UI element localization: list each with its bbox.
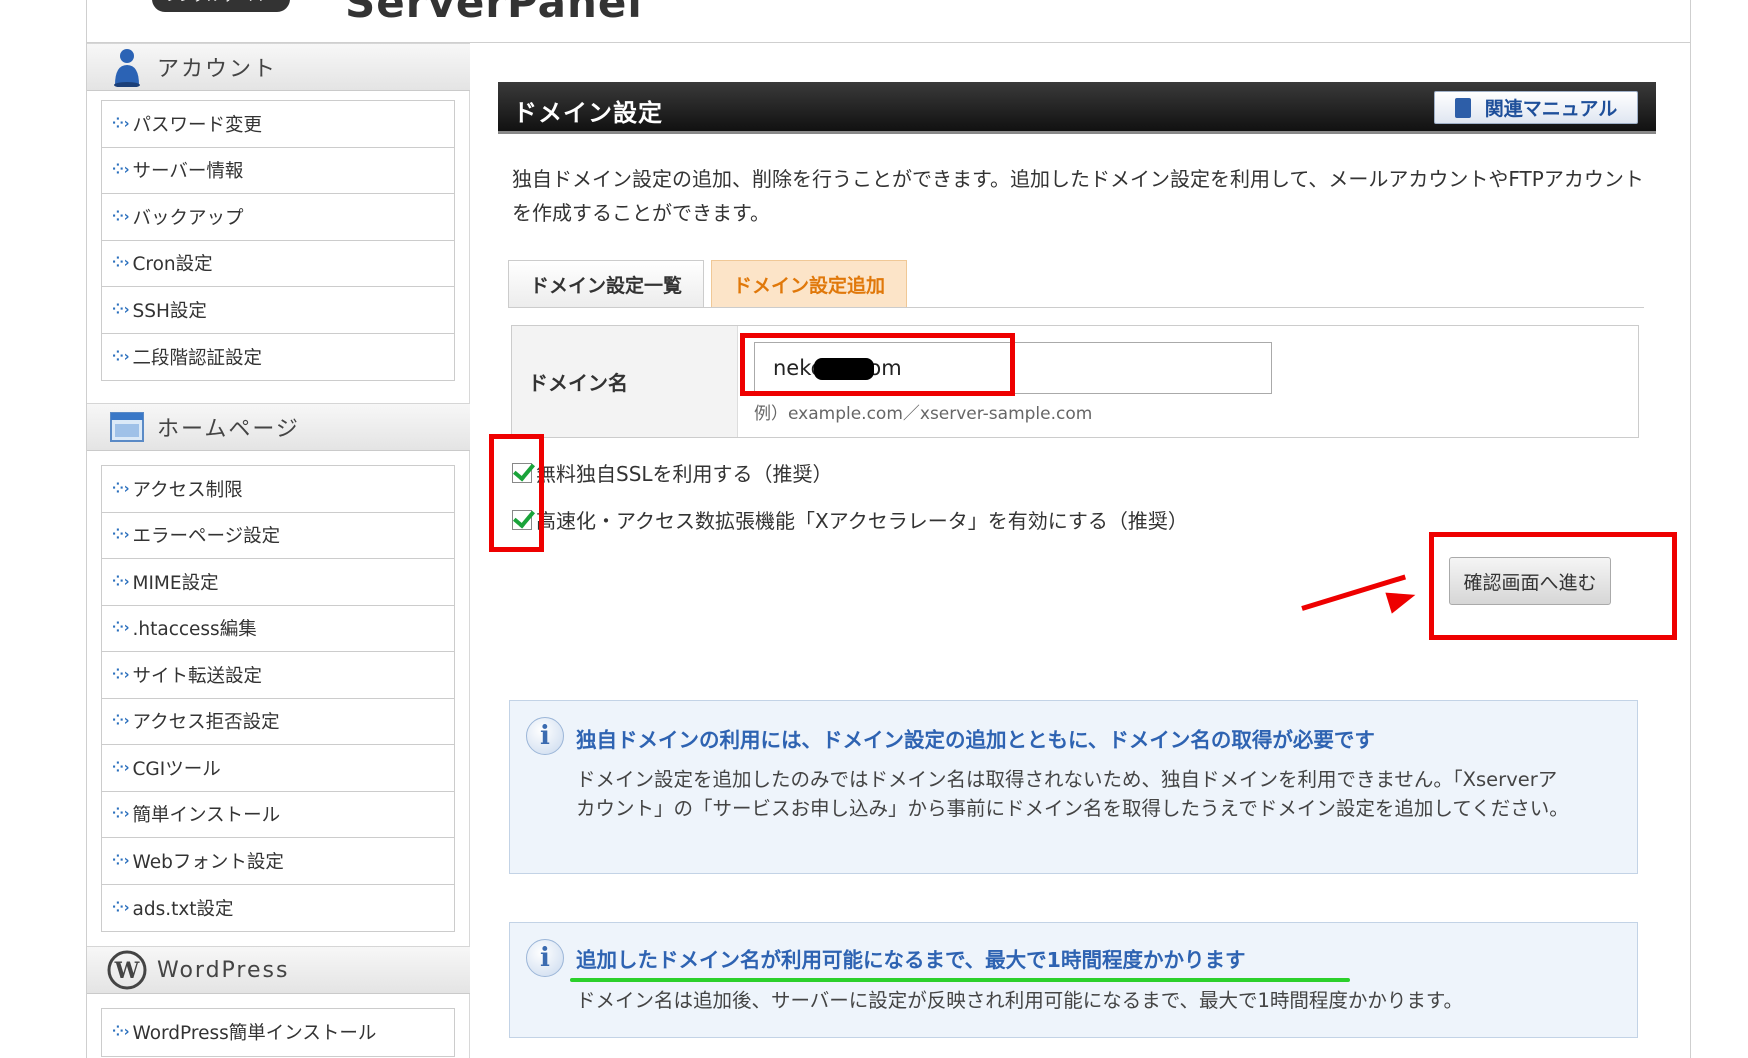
bullet-icon: ⁘›: [112, 620, 130, 637]
sidebar-item-mime[interactable]: ⁘› MIME設定: [102, 559, 454, 606]
domain-form: ドメイン名 例）example.com／xserver-sample.com: [511, 325, 1639, 438]
sidebar-section-title: ホームページ: [157, 417, 300, 442]
ssl-option: 無料独自SSLを利用する（推奨）: [512, 458, 833, 487]
annotation-box-checkboxes: [489, 434, 544, 552]
sidebar-list-homepage: ⁘› アクセス制限 ⁘› エラーページ設定 ⁘› MIME設定 ⁘› .htaccess…: [101, 465, 455, 932]
sidebar-item-error-page[interactable]: ⁘› エラーページ設定: [102, 513, 454, 559]
person-icon: [107, 47, 147, 87]
sidebar-section-homepage: ホームページ: [87, 403, 470, 451]
sidebar-item-label: 簡単インストール: [132, 805, 281, 827]
book-icon: [1454, 97, 1471, 118]
sidebar-list-account: ⁘› パスワード変更 ⁘› サーバー情報 ⁘› バックアップ ⁘› Cron設定 ⁘› S…: [101, 100, 455, 381]
sidebar-section-title: WordPress: [157, 957, 290, 983]
bullet-icon: ⁘›: [112, 255, 130, 272]
bullet-icon: ⁘›: [112, 480, 130, 497]
sidebar-item-label: Cron設定: [132, 254, 213, 276]
notice-domain-acquisition: i 独自ドメインの利用には、ドメイン設定の追加とともに、ドメイン名の取得が必要で…: [509, 700, 1638, 874]
sidebar-item-label: SSH設定: [132, 300, 207, 322]
sidebar-section-wordpress: W WordPress: [87, 946, 470, 994]
svg-text:W: W: [114, 958, 140, 984]
sidebar-item-cgi-tools[interactable]: ⁘› CGIツール: [102, 745, 454, 792]
bullet-icon: ⁘›: [112, 301, 130, 318]
sidebar-item-cron[interactable]: ⁘› Cron設定: [102, 241, 454, 287]
bullet-icon: ⁘›: [112, 759, 130, 776]
sidebar-item-label: アクセス拒否設定: [132, 712, 280, 734]
bullet-icon: ⁘›: [112, 208, 130, 225]
sidebar-item-label: パスワード変更: [132, 114, 263, 136]
annotation-box-confirm-button: [1429, 532, 1677, 640]
annotation-green-underline: [570, 978, 1350, 982]
brand-badge: レンタルサーバー: [152, 0, 290, 12]
sidebar-item-label: WordPress簡単インストール: [132, 1023, 377, 1045]
sidebar-item-access-limit[interactable]: ⁘› アクセス制限: [102, 466, 454, 513]
notice-body: ドメイン設定を追加したのみではドメイン名は取得されないため、独自ドメインを利用で…: [576, 768, 1569, 820]
annotation-box-domain-input: [740, 333, 1015, 396]
page-description: 独自ドメイン設定の追加、削除を行うことができます。追加したドメイン設定を利用して…: [512, 167, 1644, 225]
sidebar-item-label: 二段階認証設定: [132, 347, 263, 369]
notice-body: ドメイン名は追加後、サーバーに設定が反映され利用可能になるまで、最大で1時間程度…: [576, 989, 1463, 1012]
sidebar-item-access-deny[interactable]: ⁘› アクセス拒否設定: [102, 699, 454, 745]
tab-domain-add[interactable]: ドメイン設定追加: [711, 260, 907, 308]
sidebar-item-label: CGIツール: [132, 758, 221, 780]
bullet-icon: ⁘›: [112, 666, 130, 683]
sidebar-item-label: サーバー情報: [132, 161, 244, 183]
sidebar-list-wordpress: ⁘› WordPress簡単インストール: [101, 1008, 455, 1057]
sidebar-item-easy-install[interactable]: ⁘› 簡単インストール: [102, 792, 454, 838]
domain-name-label: ドメイン名: [512, 326, 738, 437]
notice-title: 追加したドメイン名が利用可能になるまで、最大で1時間程度かかります: [576, 948, 1246, 972]
sidebar-section-account: アカウント: [87, 43, 470, 91]
wordpress-icon: W: [107, 950, 147, 990]
panel-header: ドメイン設定 関連マニュアル: [498, 82, 1656, 134]
sidebar-section-title: アカウント: [157, 57, 278, 82]
sidebar-item-label: エラーページ設定: [132, 526, 281, 548]
xaccelerator-option: 高速化・アクセス数拡張機能「Xアクセラレータ」を有効にする（推奨）: [512, 505, 1188, 534]
info-icon: i: [526, 939, 564, 977]
bullet-icon: ⁘›: [112, 713, 130, 730]
notice-title: 独自ドメインの利用には、ドメイン設定の追加とともに、ドメイン名の取得が必要です: [576, 728, 1375, 752]
bullet-icon: ⁘›: [112, 806, 130, 823]
related-manual-label: 関連マニュアル: [1484, 98, 1618, 120]
server-panel-page: レンタルサーバー ServerPanel アカウント ⁘›パスワード変更 ⁘›サ…: [0, 0, 1748, 1058]
bullet-icon: ⁘›: [112, 573, 130, 590]
domain-example-hint: 例）example.com／xserver-sample.com: [754, 404, 1093, 424]
tab-underline: [508, 307, 1644, 308]
sidebar-item-wordpress-install[interactable]: ⁘› WordPress簡単インストール: [102, 1009, 454, 1056]
frame-right-border: [1690, 0, 1691, 1058]
sidebar-item-label: ads.txt設定: [132, 898, 234, 920]
annotation-arrow-head: [1385, 584, 1419, 614]
info-icon: i: [526, 717, 564, 755]
bullet-icon: ⁘›: [112, 348, 130, 365]
sidebar-item-htaccess[interactable]: ⁘› .htaccess編集: [102, 606, 454, 652]
related-manual-button[interactable]: 関連マニュアル: [1434, 91, 1638, 124]
sidebar-item-label: MIME設定: [132, 572, 219, 594]
bullet-icon: ⁘›: [112, 852, 130, 869]
homepage-window-icon: [107, 407, 147, 447]
page-title: ドメイン設定: [513, 99, 663, 127]
xaccelerator-option-label: 高速化・アクセス数拡張機能「Xアクセラレータ」を有効にする（推奨）: [536, 509, 1188, 533]
sidebar: アカウント ⁘› パスワード変更 ⁘› サーバー情報 ⁘› バックアップ ⁘› Cron…: [87, 43, 470, 1058]
sidebar-item-two-factor[interactable]: ⁘› 二段階認証設定: [102, 334, 454, 381]
sidebar-item-web-font[interactable]: ⁘› Webフォント設定: [102, 838, 454, 885]
sidebar-item-backup[interactable]: ⁘› バックアップ: [102, 194, 454, 241]
sidebar-item-site-redirect[interactable]: ⁘› サイト転送設定: [102, 652, 454, 699]
sidebar-item-label: .htaccess編集: [132, 619, 257, 641]
brand-logo-text: ServerPanel: [345, 0, 643, 27]
sidebar-item-ssh[interactable]: ⁘› SSH設定: [102, 287, 454, 334]
sidebar-item-label: Webフォント設定: [132, 851, 284, 873]
sidebar-item-label: アクセス制限: [132, 479, 243, 501]
sidebar-item-label: サイト転送設定: [132, 665, 263, 687]
sidebar-item-label: バックアップ: [132, 207, 244, 229]
bullet-icon: ⁘›: [112, 527, 130, 544]
bullet-icon: ⁘›: [112, 1024, 130, 1041]
bullet-icon: ⁘›: [112, 899, 130, 916]
sidebar-item-server-info[interactable]: ⁘› サーバー情報: [102, 148, 454, 194]
tab-domain-list[interactable]: ドメイン設定一覧: [508, 260, 704, 308]
sidebar-item-password-change[interactable]: ⁘› パスワード変更: [102, 101, 454, 148]
sidebar-item-ads-txt[interactable]: ⁘› ads.txt設定: [102, 885, 454, 932]
ssl-option-label: 無料独自SSLを利用する（推奨）: [536, 462, 833, 486]
bullet-icon: ⁘›: [112, 115, 130, 132]
bullet-icon: ⁘›: [112, 162, 130, 179]
